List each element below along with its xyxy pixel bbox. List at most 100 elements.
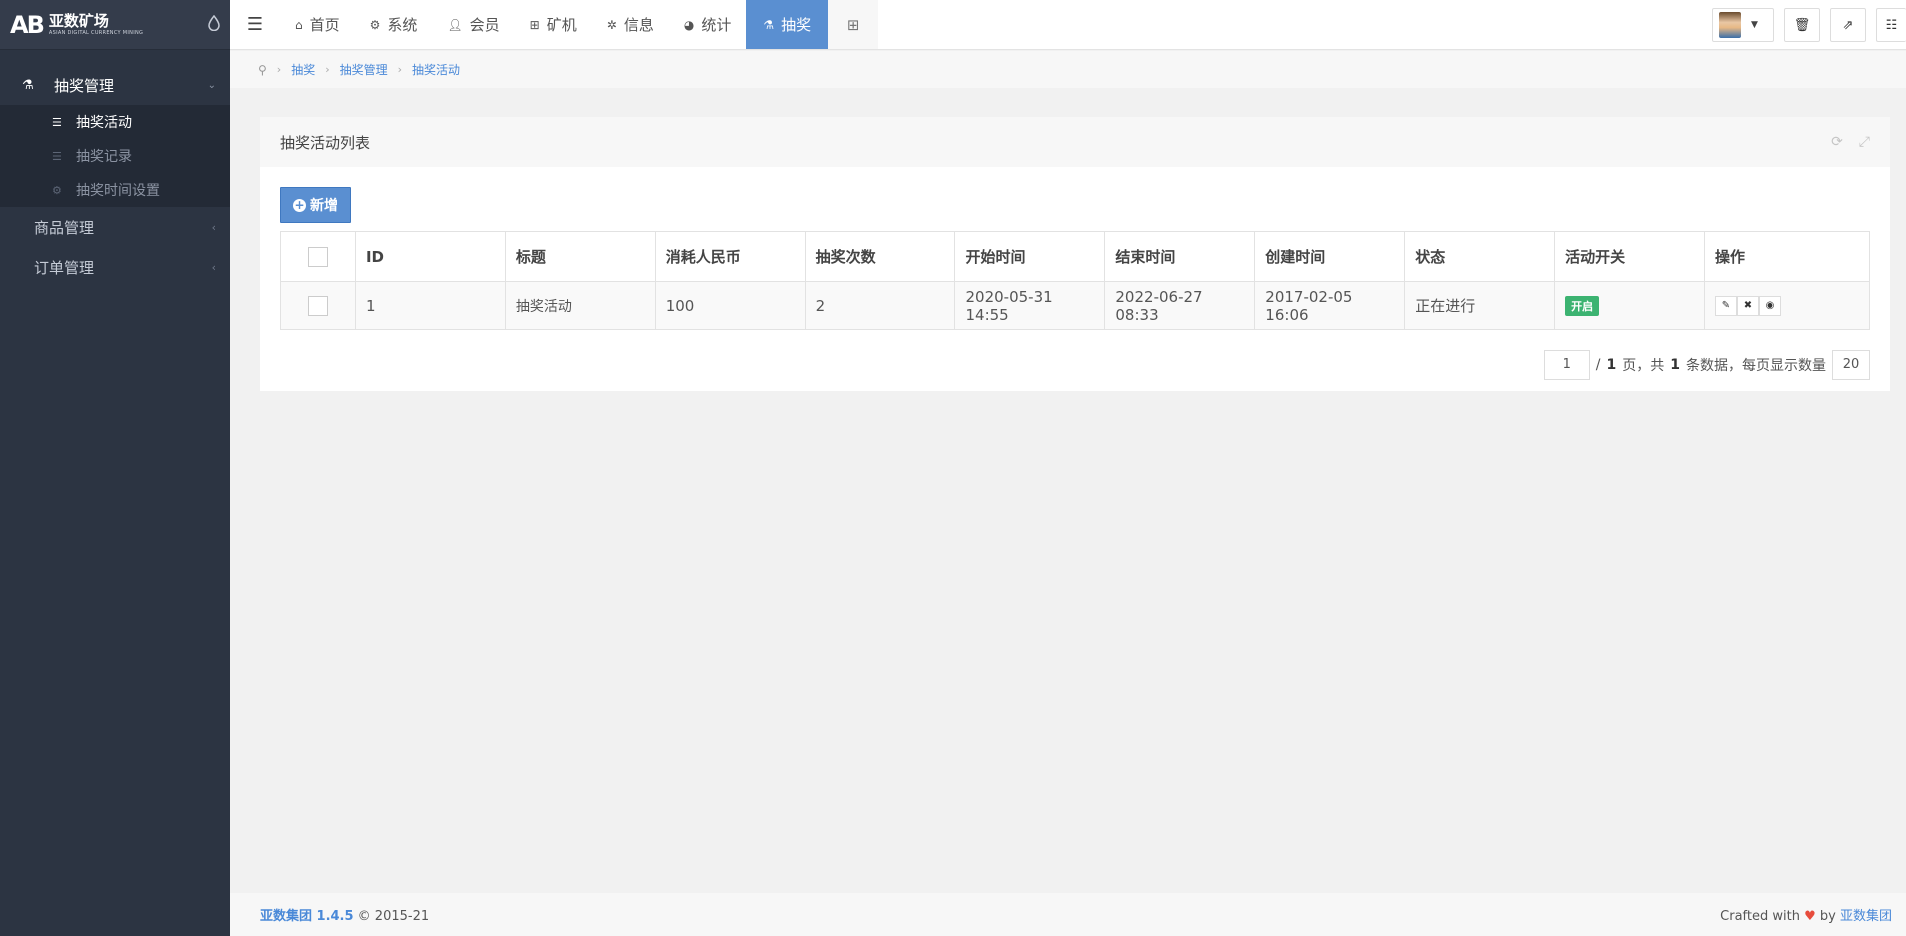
footer-copyright: © 2015-21 [353,909,430,924]
cell-switch: 开启 [1554,281,1705,330]
tab-system[interactable]: ⚙ 系统 [355,0,433,49]
col-times[interactable]: 抽奖次数 [804,231,956,282]
col-cost[interactable]: 消耗人民币 [654,231,806,282]
tab-members[interactable]: 👤︎ 会员 [432,0,514,49]
tab-label: 首页 [309,16,340,34]
plus-circle-icon: + [293,197,306,212]
tab-messages[interactable]: ✲ 信息 [592,0,669,49]
table-header-row: ID 标题 消耗人民币 抽奖次数 开始时间 结束时间 创建时间 状态 活动开关 … [280,231,1871,282]
tab-stats[interactable]: ◕ 统计 [669,0,747,49]
cell-title: 抽奖活动 [504,281,656,330]
fullscreen-icon[interactable]: ⤢ [1859,134,1870,150]
cell-actions: ✎ ✖ ◉ [1703,281,1871,330]
home-icon: ⌂ [295,17,303,32]
col-end[interactable]: 结束时间 [1104,231,1256,282]
breadcrumb: ⚲ › 抽奖 › 抽奖管理 › 抽奖活动 [230,51,1906,88]
tab-home[interactable]: ⌂ 首页 [280,0,355,49]
logo-name: 亚数矿场 [48,11,109,30]
lottery-table: ID 标题 消耗人民币 抽奖次数 开始时间 结束时间 创建时间 状态 活动开关 … [280,231,1871,330]
breadcrumb-separator: › [276,63,282,76]
tab-label: 信息 [623,16,654,34]
col-start[interactable]: 开始时间 [954,231,1106,282]
edit-icon[interactable]: ✎ [1714,295,1737,316]
cell-status: 正在进行 [1404,281,1556,330]
cell-created: 2017-02-05 16:06 [1254,281,1406,330]
select-all-checkbox[interactable] [307,246,328,267]
breadcrumb-separator: › [397,63,403,76]
breadcrumb-link-lottery-activity[interactable]: 抽奖活动 [412,61,460,78]
footer: 亚数集团 1.4.5 © 2015-21 Crafted with ♥ by 亚… [230,893,1906,936]
pager-total-rows: 1 [1670,357,1680,373]
per-page-input[interactable]: 20 [1832,350,1870,380]
settings-panel-button[interactable]: ☷ [1876,8,1906,42]
pager-text-2: 页，共 [1622,358,1665,374]
pie-chart-icon: ◕ [683,17,695,32]
avatar [1719,12,1741,38]
cell-end: 2022-06-27 08:33 [1104,281,1256,330]
card-header: 抽奖活动列表 ⟳ ⤢ [260,117,1890,167]
footer-crafted: Crafted with [1720,909,1805,924]
topbar: ☰ ⌂ 首页 ⚙ 系统 👤︎ 会员 ⊞ 矿机 ✲ 信息 ◕ 统计 ⚗ 抽奖 ⊞ … [230,0,1906,50]
apps-grid-icon[interactable]: ⊞ [828,0,879,49]
map-marker-icon: ⚲ [258,62,267,77]
heart-icon: ♥ [1804,909,1816,924]
view-icon[interactable]: ◉ [1758,295,1781,316]
footer-company-link[interactable]: 亚数集团 1.4.5 [260,909,354,924]
windows-icon: ⊞ [529,17,540,32]
sidebar-item-label: 商品管理 [34,218,95,237]
lottery-list-card: 抽奖活动列表 ⟳ ⤢ + 新增 ID 标题 消耗人民币 抽奖次数 开始时间 结束… [260,117,1890,391]
tab-label: 系统 [387,16,418,34]
caret-down-icon: ▼ [1751,20,1758,30]
footer-by-link[interactable]: 亚数集团 [1840,909,1892,924]
row-checkbox[interactable] [307,295,328,316]
sidebar-item-lottery-time[interactable]: ⚙ 抽奖时间设置 [0,173,230,207]
tab-label: 会员 [469,16,500,34]
col-status[interactable]: 状态 [1404,231,1556,282]
card-title: 抽奖活动列表 [280,133,371,152]
breadcrumb-separator: › [325,63,330,76]
theme-drop-icon[interactable] [208,14,220,35]
sidebar-item-label: 抽奖时间设置 [76,183,160,199]
col-switch[interactable]: 活动开关 [1554,231,1705,282]
sidebar: AB 亚数矿场 ASIAN DIGITAL CURRENCY MINING ⚗ … [0,0,230,936]
sidebar-group-lottery[interactable]: ⚗ 抽奖管理 ⌄ [0,65,230,105]
row-select-cell [280,281,356,330]
logo[interactable]: AB 亚数矿场 ASIAN DIGITAL CURRENCY MINING [10,11,143,39]
brand-bar: AB 亚数矿场 ASIAN DIGITAL CURRENCY MINING [0,0,230,50]
refresh-icon[interactable]: ⟳ [1831,134,1843,150]
sidebar-item-lottery-records[interactable]: ☰ 抽奖记录 [0,139,230,173]
breadcrumb-link-lottery-mgmt[interactable]: 抽奖管理 [340,61,388,78]
open-site-button[interactable]: ⇗ [1830,8,1866,42]
chevron-left-icon: ‹ [211,220,216,234]
user-icon: 👤︎ [447,17,463,32]
col-id[interactable]: ID [354,231,506,282]
delete-icon[interactable]: ✖ [1736,295,1759,316]
breadcrumb-link-lottery[interactable]: 抽奖 [291,61,315,78]
col-title[interactable]: 标题 [504,231,656,282]
cell-cost: 100 [654,281,806,330]
sidebar-item-lottery-activity[interactable]: ☰ 抽奖活动 [0,105,230,139]
sidebar-item-orders[interactable]: 订单管理 ‹ [0,247,230,287]
sidebar-item-label: 订单管理 [34,258,95,277]
user-menu-button[interactable]: ▼ [1712,8,1774,42]
gear-icon: ⚙ [52,183,62,197]
pager-total-pages: 1 [1606,357,1617,373]
menu-toggle-icon[interactable]: ☰ [230,0,280,49]
table-row: 1 抽奖活动 100 2 2020-05-31 14:55 2022-06-27… [280,281,1871,330]
sidebar-item-label: 抽奖记录 [76,149,132,165]
switch-badge[interactable]: 开启 [1565,295,1600,316]
tab-label: 矿机 [546,16,577,34]
pager-text-3: 条数据，每页显示数量 [1686,358,1826,374]
tab-miners[interactable]: ⊞ 矿机 [515,0,592,49]
clear-cache-button[interactable]: 🗑︎ [1784,8,1820,42]
logo-mark: AB [10,10,45,39]
page-number-input[interactable]: 1 [1543,350,1590,380]
sidebar-item-products[interactable]: 商品管理 ‹ [0,207,230,247]
tab-lottery[interactable]: ⚗ 抽奖 [746,0,829,49]
col-created[interactable]: 创建时间 [1254,231,1406,282]
add-button[interactable]: + 新增 [280,187,351,223]
list-icon: ☰ [52,115,62,129]
add-button-label: 新增 [310,198,338,214]
tab-label: 抽奖 [781,16,812,34]
list-icon: ☰ [52,149,62,163]
